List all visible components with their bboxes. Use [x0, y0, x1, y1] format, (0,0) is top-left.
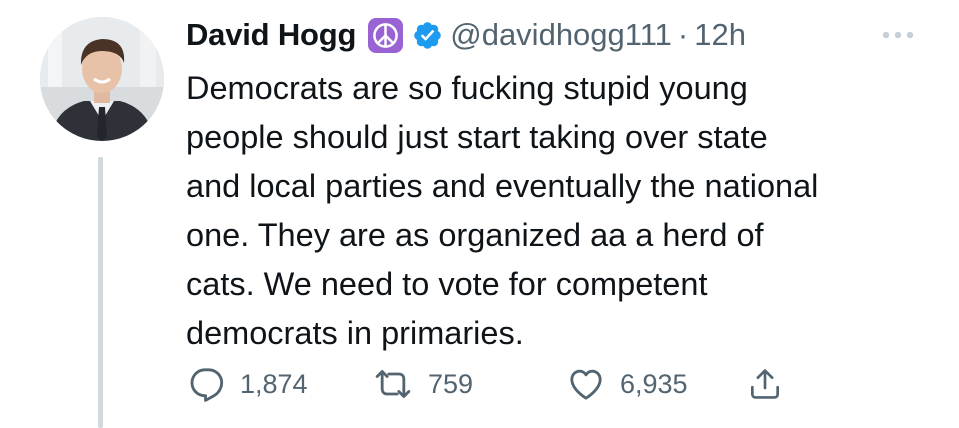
avatar-photo-icon: [40, 17, 164, 141]
tweet[interactable]: David Hogg @davidhogg111 · 12h Democrats…: [0, 0, 959, 428]
share-icon: [750, 369, 780, 399]
retweet-icon: [375, 370, 411, 398]
thread-connector-line: [98, 157, 103, 428]
timestamp[interactable]: 12h: [694, 17, 746, 53]
retweet-count: 759: [428, 368, 474, 399]
author-name[interactable]: David Hogg: [186, 17, 356, 53]
retweet-button[interactable]: 759: [372, 362, 473, 406]
action-bar: 1,874 759 6,935: [186, 362, 826, 406]
author-handle[interactable]: @davidhogg111: [450, 17, 672, 53]
avatar[interactable]: [40, 17, 164, 141]
tweet-text: Democrats are so fucking stupid young pe…: [186, 70, 819, 351]
verified-badge-icon: [412, 20, 443, 51]
more-options-button[interactable]: [878, 20, 918, 50]
reply-icon: [190, 368, 224, 402]
reply-button[interactable]: 1,874: [186, 362, 308, 406]
share-button[interactable]: [746, 362, 784, 406]
peace-symbol-icon: [368, 17, 404, 53]
tweet-header: David Hogg @davidhogg111 · 12h: [186, 12, 746, 58]
separator-dot: ·: [677, 17, 689, 52]
like-count: 6,935: [620, 368, 688, 399]
reply-count: 1,874: [240, 368, 308, 399]
heart-icon: [570, 369, 602, 400]
more-horizontal-icon: [882, 31, 914, 39]
like-button[interactable]: 6,935: [566, 362, 688, 406]
